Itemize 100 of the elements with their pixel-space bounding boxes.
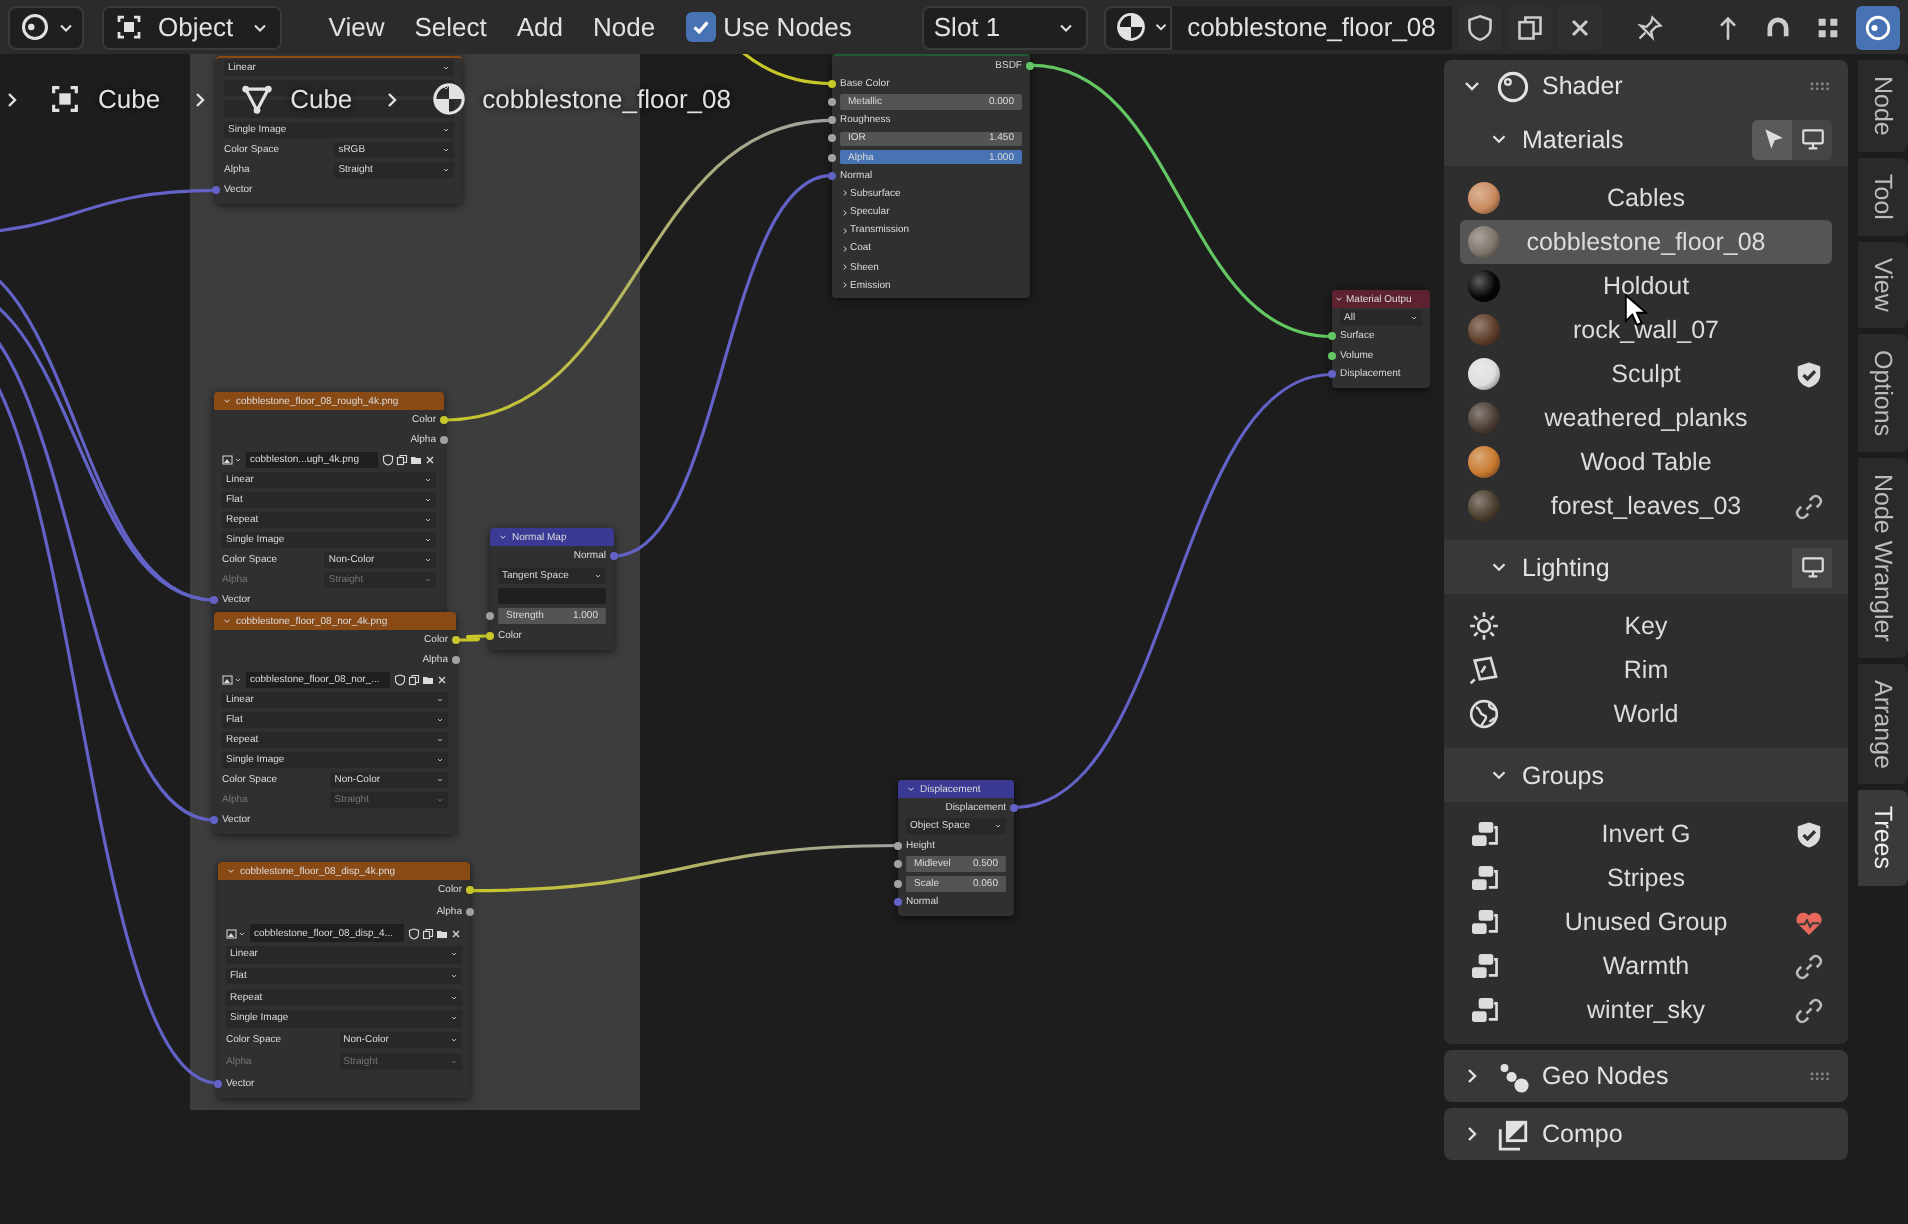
node-socket[interactable] [894,860,902,869]
node-socket[interactable] [1026,61,1034,70]
section-header[interactable]: Groups [1444,748,1848,802]
node-socket[interactable] [486,612,494,620]
node-socket[interactable] [210,816,218,824]
arrow-up-icon [1714,13,1742,41]
node-socket[interactable] [452,656,460,664]
node-socket[interactable] [828,134,836,143]
image-icon [222,674,234,686]
list-item[interactable]: Sculpt [1460,352,1832,396]
slot-dropdown[interactable]: Slot 1 [921,5,1088,49]
node-socket[interactable] [440,416,448,424]
node-editor-icon [20,12,50,42]
material-name-field[interactable]: cobblestone_floor_08 [1171,5,1452,49]
display-toggle[interactable] [1792,119,1832,159]
node-socket[interactable] [828,171,836,180]
section-header[interactable]: Materials [1444,112,1848,166]
unlink-button[interactable] [1557,5,1602,49]
list-item[interactable]: cobblestone_floor_08 [1460,220,1832,264]
breadcrumb-item[interactable]: cobblestone_floor_08 [482,84,731,114]
node-socket[interactable] [440,436,448,444]
editor-type-button[interactable] [8,5,84,49]
node-socket[interactable] [610,552,618,560]
list-item[interactable]: Wood Table [1460,440,1832,484]
chevron-icon [906,784,916,794]
list-item[interactable]: Warmth [1460,944,1832,988]
list-item[interactable]: weathered_planks [1460,396,1832,440]
checkbox[interactable] [685,12,716,42]
material-icon [1115,12,1146,42]
section-title: Materials [1522,125,1626,153]
node-socket[interactable] [1328,351,1336,360]
mode-dropdown[interactable]: Object [102,5,283,49]
list-item[interactable]: winter_sky [1460,988,1832,1032]
menu-item[interactable]: View [316,5,397,49]
node-socket[interactable] [894,898,902,907]
node-socket[interactable] [466,886,474,895]
breadcrumb-item[interactable]: Cube [290,84,353,114]
node-socket[interactable] [1328,332,1336,341]
pointer-toggle[interactable] [1752,119,1792,159]
node-socket[interactable] [828,153,836,162]
sidebar-tab[interactable]: Arrange [1858,663,1908,785]
fake-user-button[interactable] [1457,5,1502,49]
chevron-icon [222,616,232,626]
copy-icon [408,674,420,686]
sidebar-tab[interactable]: Trees [1858,790,1908,886]
panel-header[interactable]: Shader [1444,60,1848,112]
sidebar-tab[interactable]: Tool [1858,157,1908,236]
shield-icon [408,927,420,940]
panel-header[interactable]: Geo Nodes [1444,1050,1848,1102]
node-socket[interactable] [828,116,836,125]
node-group-icon [1468,862,1500,894]
close-icon [450,927,462,940]
node-socket[interactable] [1010,803,1018,812]
checkbox-label[interactable]: Use Nodes [723,12,852,42]
sidebar-tab[interactable]: View [1858,241,1908,328]
list-item[interactable]: Stripes [1460,856,1832,900]
menu-item[interactable]: Node [581,5,668,49]
object-icon [114,12,144,42]
breadcrumb-item[interactable]: Cube [98,84,161,114]
node-socket[interactable] [486,632,494,640]
node-socket[interactable] [466,908,474,917]
shader-icon [1496,69,1530,103]
sidebar-tab[interactable]: Options [1858,333,1908,452]
toggle-button[interactable] [1856,5,1900,49]
section-header[interactable]: Lighting [1444,540,1848,594]
node-socket[interactable] [214,1079,222,1088]
sidebar-tab[interactable]: Node Wrangler [1858,457,1908,658]
section-title: Groups [1522,761,1606,789]
chevron-icon [222,396,232,406]
panel-header[interactable]: Compo [1444,1108,1848,1160]
list-item[interactable]: rock_wall_07 [1460,308,1832,352]
list-item[interactable]: Rim [1460,648,1832,692]
image-icon [226,927,238,940]
node-socket[interactable] [828,97,836,106]
list-item[interactable]: Cables [1460,176,1832,220]
list-item[interactable]: Holdout [1460,264,1832,308]
list-item[interactable]: World [1460,692,1832,736]
node-socket[interactable] [828,79,836,88]
display-toggle[interactable] [1792,547,1832,587]
node-socket[interactable] [452,636,460,644]
chevron-icon [226,866,236,876]
list-item[interactable]: Invert G [1460,812,1832,856]
node-socket[interactable] [1328,370,1336,379]
copy-icon [1515,13,1544,41]
menu-item[interactable]: Add [504,5,575,49]
node-socket[interactable] [212,186,220,195]
menu-item[interactable]: Select [402,5,499,49]
node-socket[interactable] [894,841,902,850]
node-socket[interactable] [894,879,902,888]
node-socket[interactable] [210,596,218,604]
shield-icon [1465,13,1494,41]
material-browse-button[interactable] [1103,5,1172,49]
list-item[interactable]: Unused Group [1460,900,1832,944]
sidebar-tab[interactable]: Node [1858,60,1908,152]
node-group-icon [1468,994,1500,1026]
list-item[interactable]: forest_leaves_03 [1460,484,1832,528]
duplicate-button[interactable] [1507,5,1552,49]
dots-icon [1496,1059,1530,1093]
list-item[interactable]: Key [1460,604,1832,648]
chevron-icon [498,532,508,542]
